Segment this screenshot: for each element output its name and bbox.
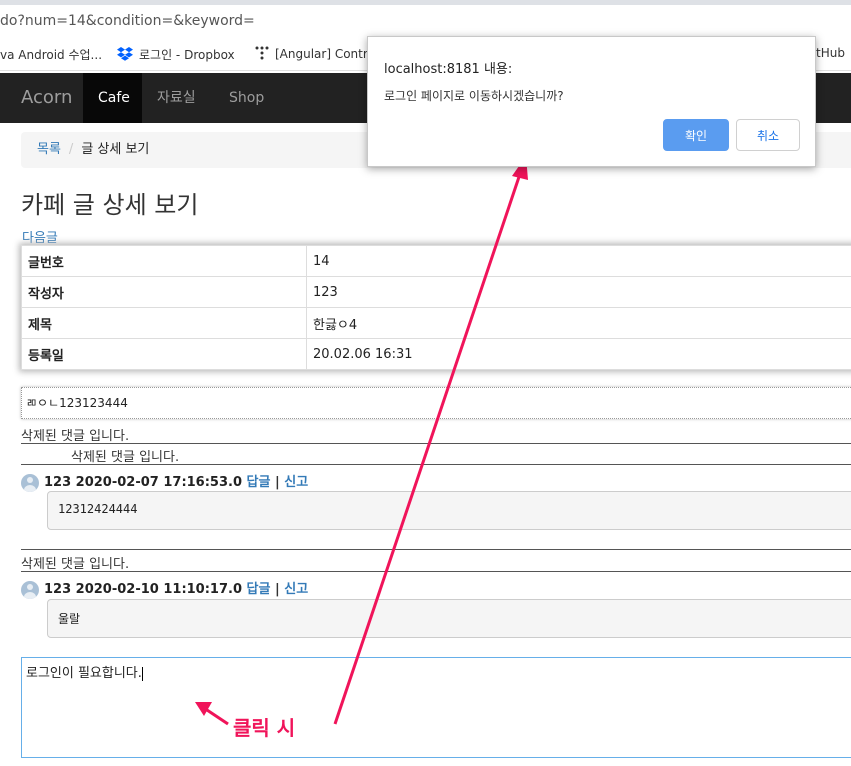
cancel-button[interactable]: 취소 — [736, 119, 800, 151]
arrow-to-dialog-line — [333, 167, 524, 725]
dialog-title: localhost:8181 내용: — [384, 62, 513, 77]
dialog-message: 로그인 페이지로 이동하시겠습니까? — [384, 89, 564, 103]
arrow-to-textarea-line — [203, 706, 229, 726]
confirm-dialog: localhost:8181 내용: 로그인 페이지로 이동하시겠습니까? 확인… — [367, 36, 816, 167]
ok-button[interactable]: 확인 — [663, 119, 729, 151]
click-annotation: 클릭 시 — [233, 716, 296, 740]
arrow-to-textarea-head — [195, 702, 212, 716]
